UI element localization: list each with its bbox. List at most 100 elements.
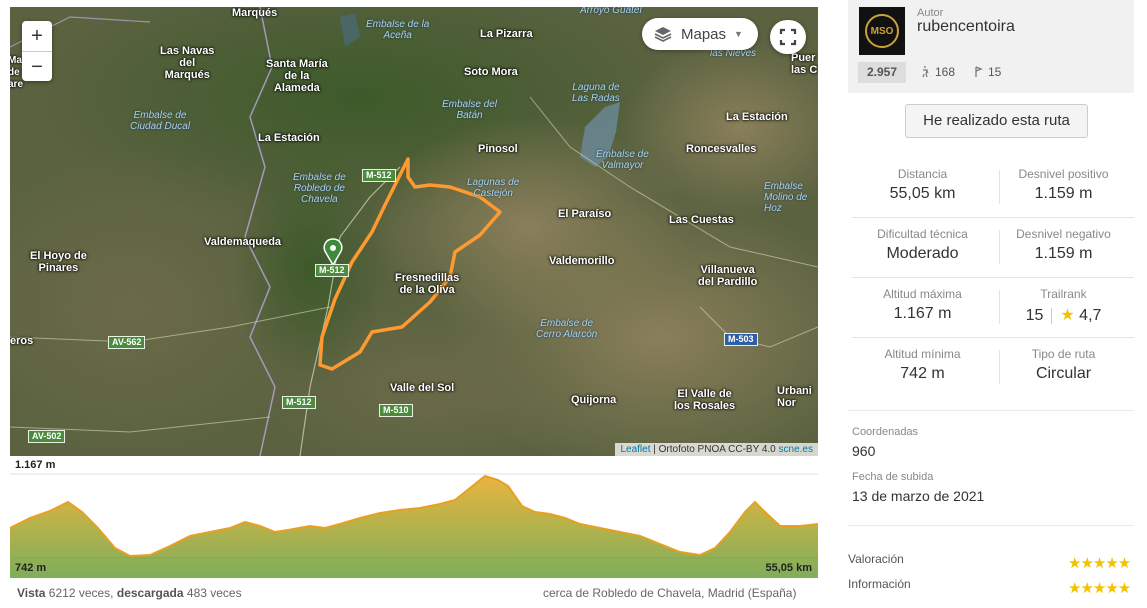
downloads-count: 483 veces xyxy=(183,586,242,600)
stat-value: 55,05 km xyxy=(889,185,956,202)
information-label: Información xyxy=(848,577,911,591)
place-label: El Paraíso xyxy=(558,208,612,220)
trailrank-value: 15 xyxy=(1025,307,1044,324)
place-label: El Hoyo de Pinares xyxy=(30,250,87,274)
stat-row: Dificultad técnica Moderado Desnivel neg… xyxy=(852,218,1134,278)
author-logo-text: MSO xyxy=(865,14,899,48)
divider xyxy=(848,525,1134,526)
leaflet-link[interactable]: Leaflet xyxy=(620,444,650,455)
stat-label: Trailrank xyxy=(1040,287,1087,301)
routes-stat[interactable]: 15 xyxy=(973,65,1001,79)
elevation-min-label: 742 m xyxy=(15,562,47,574)
rating-label: Valoración xyxy=(848,552,904,566)
upload-date-value: 13 de marzo de 2021 xyxy=(852,488,985,504)
elevation-profile[interactable]: 1.167 m 742 m 55,05 km xyxy=(10,456,818,578)
route-stats: Distancia 55,05 km Desnivel positivo 1.1… xyxy=(852,158,1134,398)
author-rank-badge: 2.957 xyxy=(858,62,906,83)
views-count: 6212 veces, xyxy=(45,586,117,600)
road-shield: M-512 xyxy=(315,264,349,277)
place-label: eros xyxy=(10,335,34,347)
place-label: Quijorna xyxy=(571,394,617,406)
min-altitude-stat: Altitud mínima 742 m xyxy=(852,347,993,383)
coords-label: Coordenadas xyxy=(852,426,919,438)
author-avatar[interactable]: MSO xyxy=(859,7,905,55)
road-shield: M-512 xyxy=(362,169,396,182)
trailrank-stat[interactable]: Trailrank 15 ★ 4,7 xyxy=(993,287,1134,325)
road-shield: M-503 xyxy=(724,333,758,346)
elevation-gain-stat: Desnivel positivo 1.159 m xyxy=(993,167,1134,203)
water-label: Embalse de Valmayor xyxy=(596,149,649,171)
layers-label: Mapas xyxy=(681,25,727,43)
water-label: Embalse Molino de Hoz xyxy=(764,181,808,214)
layers-icon xyxy=(654,27,672,42)
rating-stars-icon: ★★★★★ xyxy=(1068,555,1131,572)
hiker-icon xyxy=(922,66,929,78)
location-text: cerca de Robledo de Chavela, Madrid (Esp… xyxy=(543,586,797,600)
place-label: Fresnedillas de la Oliva xyxy=(395,272,460,296)
place-label: La Estación xyxy=(258,132,320,144)
zoom-out-button[interactable]: − xyxy=(22,51,52,81)
water-label: Embalse del Batán xyxy=(442,99,498,121)
trailrank-rating: 4,7 xyxy=(1079,307,1102,324)
place-label: Las Cuestas xyxy=(669,214,734,226)
water-label: Embalse de Robledo de Chavela xyxy=(293,172,346,205)
scne-link[interactable]: scne.es xyxy=(779,444,813,455)
stat-label: Altitud máxima xyxy=(883,287,962,301)
attribution-text: | Ortofoto PNOA CC-BY 4.0 xyxy=(650,444,779,455)
chevron-down-icon: ▼ xyxy=(734,29,743,39)
stat-value: Circular xyxy=(1035,365,1092,382)
views-label: Vista xyxy=(17,586,46,600)
stat-value: 742 m xyxy=(900,365,945,382)
information-stars-icon: ★★★★★ xyxy=(1068,580,1131,597)
fullscreen-icon xyxy=(779,28,797,46)
stat-label: Tipo de ruta xyxy=(1031,347,1096,361)
elevation-loss-stat: Desnivel negativo 1.159 m xyxy=(993,227,1134,263)
followers-count: 168 xyxy=(935,65,956,79)
route-map[interactable]: Marqués Ma de are Las Navas del Marqués … xyxy=(10,7,818,456)
divider xyxy=(848,410,1134,411)
place-label: El Valle de los Rosales xyxy=(674,388,736,412)
stat-value: Moderado xyxy=(886,245,959,262)
water-label: Embalse de la Aceña xyxy=(366,19,430,41)
downloads-label: descargada xyxy=(116,586,184,600)
place-label: Urbani Nor xyxy=(777,385,812,409)
elevation-distance-label: 55,05 km xyxy=(765,562,812,574)
stat-row: Distancia 55,05 km Desnivel positivo 1.1… xyxy=(852,158,1134,218)
followers-stat[interactable]: 168 xyxy=(920,65,955,79)
stat-value: 1.159 m xyxy=(1034,185,1093,202)
place-label: Valle del Sol xyxy=(390,382,455,394)
star-icon: ★ xyxy=(1060,307,1075,324)
zoom-in-button[interactable]: + xyxy=(22,21,52,51)
upload-date-label: Fecha de subida xyxy=(852,471,934,483)
flag-icon xyxy=(975,66,983,77)
zoom-control: + − xyxy=(22,21,52,81)
place-label: Las Navas del Marqués xyxy=(160,45,215,81)
place-label: Villanueva del Pardillo xyxy=(698,264,758,288)
stat-label: Distancia xyxy=(897,167,948,181)
fullscreen-button[interactable] xyxy=(770,20,806,54)
place-label: Valdemorillo xyxy=(549,255,615,267)
road-shield: AV-502 xyxy=(28,430,66,443)
route-type-stat: Tipo de ruta Circular xyxy=(993,347,1134,383)
map-layers-button[interactable]: Mapas ▼ xyxy=(642,18,758,50)
author-name-link[interactable]: rubencentoira xyxy=(917,18,1015,36)
stat-label: Desnivel positivo xyxy=(1018,167,1109,181)
stat-row: Altitud mínima 742 m Tipo de ruta Circul… xyxy=(852,338,1134,398)
place-label: La Pizarra xyxy=(480,28,533,40)
place-label: Roncesvalles xyxy=(686,143,757,155)
max-altitude-stat: Altitud máxima 1.167 m xyxy=(852,287,993,323)
stat-label: Altitud mínima xyxy=(884,347,961,361)
done-route-button[interactable]: He realizado esta ruta xyxy=(905,104,1088,138)
place-label: Puer las C xyxy=(791,52,818,76)
place-label: Valdemaqueda xyxy=(204,236,282,248)
stat-label: Desnivel negativo xyxy=(1016,227,1111,241)
distance-stat: Distancia 55,05 km xyxy=(852,167,993,203)
road-shield: M-512 xyxy=(282,396,316,409)
water-label: Lagunas de Castejón xyxy=(467,177,520,199)
divider xyxy=(1051,307,1053,324)
place-label: La Estación xyxy=(726,111,788,123)
coords-value: 960 xyxy=(852,443,876,459)
road-shield: M-510 xyxy=(379,404,413,417)
stat-label: Dificultad técnica xyxy=(877,227,968,241)
map-attribution: Leaflet | Ortofoto PNOA CC-BY 4.0 scne.e… xyxy=(615,443,818,456)
